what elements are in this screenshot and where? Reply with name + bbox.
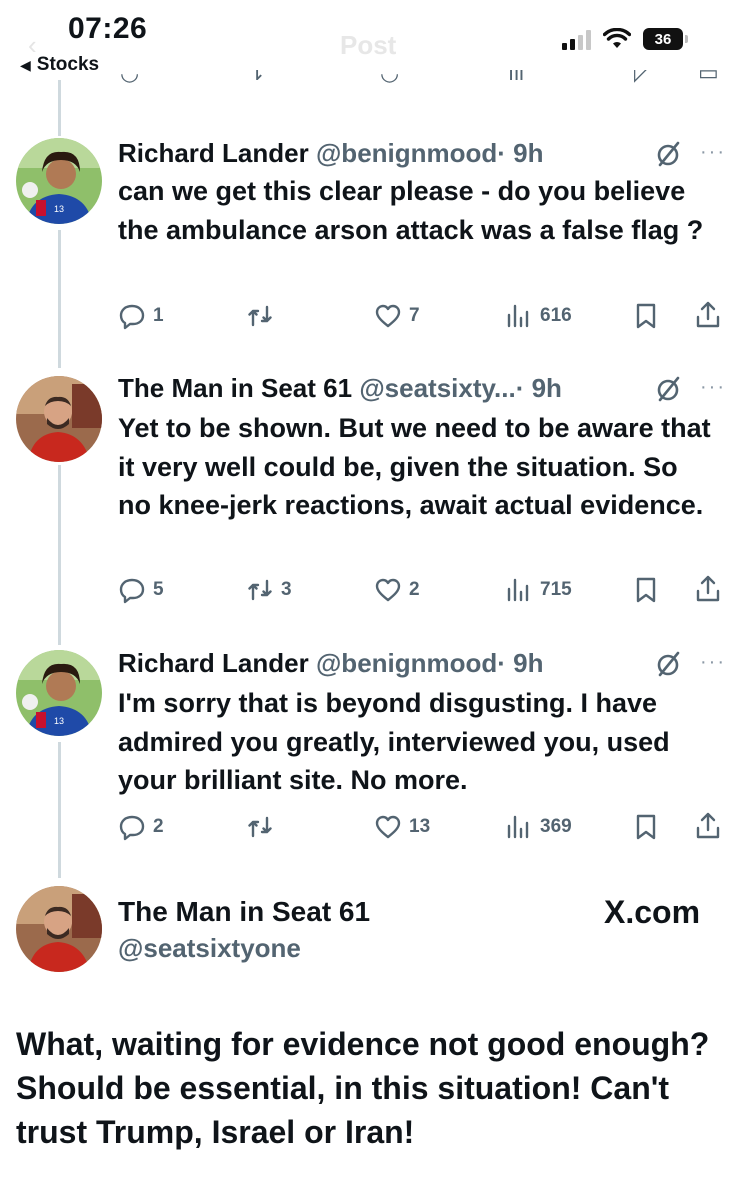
- author-name[interactable]: The Man in Seat 61: [118, 373, 352, 403]
- views-icon: [507, 815, 529, 839]
- reply-button[interactable]: 2: [118, 813, 164, 841]
- avatar[interactable]: 13: [16, 138, 102, 224]
- heart-icon: [375, 304, 401, 328]
- wifi-icon: [603, 28, 631, 48]
- share-icon: ▭: [698, 70, 719, 85]
- more-options-icon[interactable]: ···: [700, 376, 726, 399]
- repost-icon: ⇂: [248, 70, 267, 85]
- author-name[interactable]: Richard Lander: [118, 138, 309, 168]
- back-app-label: Stocks: [36, 54, 100, 75]
- share-icon[interactable]: [694, 811, 722, 841]
- views-button[interactable]: 616: [505, 302, 572, 330]
- views-icon: [507, 578, 529, 602]
- repost-count: 3: [281, 579, 292, 600]
- quote-caption: What, waiting for evidence not good enou…: [16, 1026, 710, 1150]
- more-options-icon[interactable]: ···: [700, 141, 726, 164]
- like-button[interactable]: 13: [374, 813, 430, 841]
- avatar[interactable]: [16, 886, 102, 972]
- share-icon[interactable]: [694, 300, 722, 330]
- thread-line: [58, 80, 61, 136]
- like-button[interactable]: 7: [374, 302, 420, 330]
- bookmark-icon[interactable]: [632, 576, 660, 604]
- author-handle[interactable]: @benignmood: [316, 648, 497, 678]
- svg-text:13: 13: [54, 716, 64, 726]
- thread-line: [58, 742, 61, 878]
- more-options-icon[interactable]: ···: [700, 651, 726, 674]
- thread-line: [58, 465, 61, 645]
- view-count: 369: [540, 816, 572, 837]
- repost-icon: [248, 305, 272, 327]
- view-count: 616: [540, 305, 572, 326]
- back-triangle-icon: ◀: [20, 56, 31, 73]
- tweet-text: can we get this clear please - do you be…: [118, 176, 704, 245]
- grok-icon[interactable]: [656, 651, 682, 677]
- tweet-header: Richard Lander @benignmood· 9h: [118, 648, 544, 679]
- site-watermark: X.com: [604, 894, 701, 930]
- bookmark-icon: ◸: [634, 70, 651, 85]
- tweet-time: · 9h: [497, 138, 544, 168]
- reply-icon: [119, 304, 145, 330]
- back-to-app-button[interactable]: ◀ Stocks: [20, 54, 99, 76]
- previous-tweet-actions-cut: ◡ ⇂ ◡ ıll ◸ ▭: [118, 70, 728, 92]
- author-handle: @seatsixtyone: [118, 933, 301, 963]
- repost-icon: [248, 816, 272, 838]
- grok-icon[interactable]: [656, 376, 682, 402]
- grok-icon[interactable]: [656, 141, 682, 167]
- share-icon[interactable]: [694, 574, 722, 604]
- views-button[interactable]: 715: [505, 576, 572, 604]
- tweet-time: · 9h: [515, 373, 562, 403]
- view-count: 715: [540, 579, 572, 600]
- like-icon: ◡: [380, 70, 400, 85]
- repost-button[interactable]: [246, 813, 281, 841]
- repost-icon: [248, 579, 272, 601]
- views-button[interactable]: 369: [505, 813, 572, 841]
- like-button[interactable]: 2: [374, 576, 420, 604]
- reply-button[interactable]: 5: [118, 576, 164, 604]
- reply-icon: [119, 578, 145, 604]
- repost-button[interactable]: 3: [246, 576, 292, 604]
- reply-icon: ◡: [120, 70, 140, 85]
- heart-icon: [375, 815, 401, 839]
- views-icon: [507, 304, 529, 328]
- author-handle[interactable]: @benignmood: [316, 138, 497, 168]
- tweet-text: Yet to be shown. But we need to be aware…: [118, 413, 711, 520]
- views-icon: ıll: [508, 70, 524, 85]
- bookmark-icon[interactable]: [632, 302, 660, 330]
- author-name: The Man in Seat 61: [118, 896, 371, 927]
- author-name[interactable]: Richard Lander: [118, 648, 309, 678]
- repost-button[interactable]: [246, 302, 281, 330]
- reply-icon: [119, 815, 145, 841]
- reply-button[interactable]: 1: [118, 302, 164, 330]
- tweet-header: Richard Lander @benignmood· 9h: [118, 138, 544, 169]
- author-handle[interactable]: @seatsixty...: [359, 373, 515, 403]
- battery-icon: 36: [643, 28, 688, 50]
- reply-count: 5: [153, 579, 164, 600]
- battery-level: 36: [654, 30, 672, 48]
- heart-icon: [375, 578, 401, 602]
- avatar[interactable]: 13: [16, 650, 102, 736]
- tweet-header: The Man in Seat 61 @seatsixty...· 9h: [118, 373, 562, 404]
- bookmark-icon[interactable]: [632, 813, 660, 841]
- like-count: 13: [409, 816, 431, 837]
- tweet-time: · 9h: [497, 648, 544, 678]
- avatar[interactable]: [16, 376, 102, 462]
- reply-count: 1: [153, 305, 164, 326]
- svg-text:13: 13: [54, 204, 64, 214]
- cellular-signal-icon: [562, 28, 591, 50]
- like-count: 2: [409, 579, 420, 600]
- like-count: 7: [409, 305, 420, 326]
- thread-line: [58, 230, 61, 368]
- status-icons: 36: [562, 28, 688, 50]
- reply-count: 2: [153, 816, 164, 837]
- status-time: 07:26: [68, 12, 148, 45]
- page-title-ghost: Post: [340, 30, 397, 60]
- tweet-text: I'm sorry that is beyond disgusting. I h…: [118, 688, 670, 795]
